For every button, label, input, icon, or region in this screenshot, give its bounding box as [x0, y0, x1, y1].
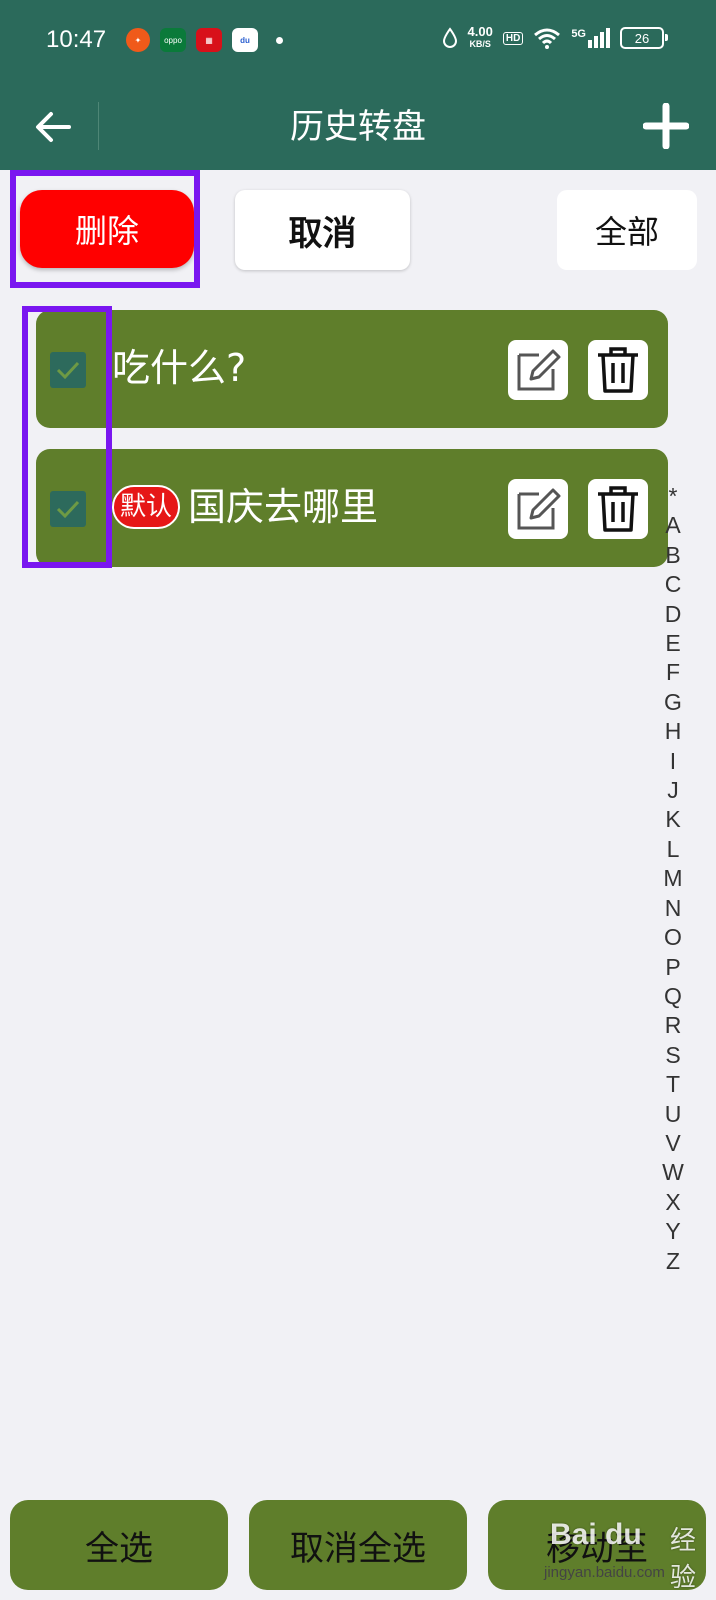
index-letter[interactable]: M	[663, 864, 682, 893]
battery-icon: 26	[620, 27, 668, 49]
plus-icon	[643, 103, 689, 149]
item-title: 国庆去哪里	[188, 485, 379, 529]
appbar-divider	[98, 102, 99, 150]
oppo-browser-icon: ✦	[126, 28, 150, 52]
alphabet-index[interactable]: * A B C D E F G H I J K L M N O P Q R S T U V W X Y Z	[652, 482, 694, 1276]
default-badge: 默认	[112, 485, 181, 529]
index-letter[interactable]: B	[665, 541, 680, 570]
status-bar: 10:47 ✦ oppo ▦ du 4.00 KB/S HD 5G 26	[0, 0, 716, 84]
index-letter[interactable]: V	[665, 1129, 680, 1158]
edit-button[interactable]	[508, 479, 568, 539]
highlight-box-delete	[10, 170, 200, 288]
edit-icon	[517, 488, 561, 530]
index-letter[interactable]: W	[662, 1158, 684, 1187]
index-letter[interactable]: R	[665, 1011, 682, 1040]
select-all-button[interactable]: 全选	[10, 1500, 228, 1590]
index-letter[interactable]: N	[665, 894, 682, 923]
game-center-icon: ▦	[196, 28, 222, 52]
index-letter[interactable]: Q	[664, 982, 682, 1011]
trash-icon	[598, 347, 638, 393]
hd-badge: HD	[502, 31, 524, 45]
index-letter[interactable]: X	[665, 1188, 680, 1217]
wifi-icon	[534, 28, 561, 49]
app-bar: 历史转盘	[0, 84, 716, 170]
index-letter[interactable]: D	[665, 600, 682, 629]
add-button[interactable]	[638, 98, 694, 154]
index-letter[interactable]: F	[666, 658, 680, 687]
list-item[interactable]: 默认 国庆去哪里	[36, 449, 668, 567]
highlight-box-checkboxes	[22, 306, 112, 568]
trash-button[interactable]	[588, 340, 648, 400]
back-button[interactable]	[28, 102, 78, 152]
index-letter[interactable]: L	[667, 835, 680, 864]
index-letter[interactable]: O	[664, 923, 682, 952]
index-letter[interactable]: S	[665, 1041, 680, 1070]
page-title: 历史转盘	[290, 107, 426, 147]
index-letter[interactable]: I	[670, 747, 676, 776]
notification-dot	[276, 36, 283, 44]
status-time: 10:47	[46, 26, 107, 53]
signal-icon: 5G	[571, 28, 610, 48]
baidu-watermark: Bai du 经验 jingyan.baidu.com	[540, 1512, 696, 1593]
index-letter[interactable]: E	[665, 629, 680, 658]
baidu-icon: du	[232, 28, 258, 52]
trash-button[interactable]	[588, 479, 648, 539]
index-letter[interactable]: J	[667, 776, 679, 805]
oppo-store-icon: oppo	[160, 28, 186, 52]
status-app-icons: ✦ oppo ▦ du	[126, 28, 283, 52]
index-letter[interactable]: Z	[666, 1247, 680, 1276]
watermark-brand: Bai du	[550, 1518, 642, 1551]
edit-icon	[517, 349, 561, 391]
index-letter[interactable]: G	[664, 688, 682, 717]
index-letter[interactable]: K	[665, 805, 680, 834]
trash-icon	[598, 486, 638, 532]
index-letter[interactable]: P	[665, 953, 680, 982]
deselect-all-button[interactable]: 取消全选	[249, 1500, 467, 1590]
watermark-url: jingyan.baidu.com	[544, 1564, 665, 1581]
data-saver-icon	[442, 27, 457, 48]
index-letter[interactable]: U	[665, 1100, 682, 1129]
arrow-left-icon	[36, 112, 71, 142]
filter-all-button[interactable]: 全部	[557, 190, 697, 270]
net-speed: 4.00 KB/S	[467, 24, 493, 49]
cancel-button[interactable]: 取消	[235, 190, 410, 270]
index-letter[interactable]: A	[665, 511, 680, 540]
index-letter[interactable]: H	[665, 717, 682, 746]
status-right: 4.00 KB/S HD 5G 26	[442, 24, 668, 50]
edit-button[interactable]	[508, 340, 568, 400]
index-letter[interactable]: C	[665, 570, 682, 599]
item-title: 吃什么?	[112, 346, 247, 390]
watermark-jingyan: 经验	[670, 1526, 697, 1593]
index-letter[interactable]: T	[666, 1070, 680, 1099]
list-item[interactable]: 吃什么?	[36, 310, 668, 428]
index-letter[interactable]: Y	[665, 1217, 680, 1246]
index-letter[interactable]: *	[669, 482, 678, 511]
